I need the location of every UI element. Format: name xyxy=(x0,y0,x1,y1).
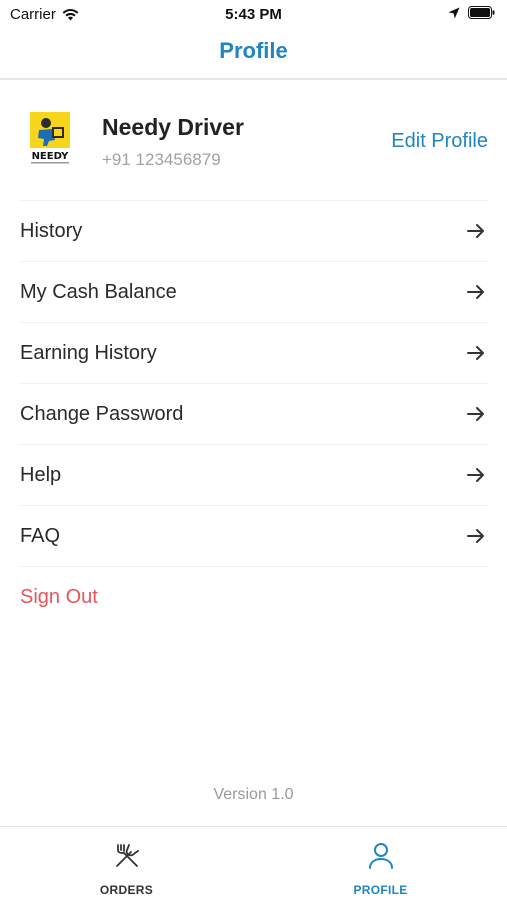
location-arrow-icon xyxy=(448,7,460,18)
logo-text: NEEDY xyxy=(32,151,70,162)
sign-out-label: Sign Out xyxy=(20,585,98,608)
arrow-right-icon xyxy=(467,224,484,238)
arrow-right-icon xyxy=(467,468,484,482)
tab-orders[interactable]: ORDERS xyxy=(0,827,253,900)
battery-icon xyxy=(468,6,495,19)
menu-item-earning-history[interactable]: Earning History xyxy=(20,322,489,383)
fork-knife-icon xyxy=(115,844,139,867)
driver-phone: +91 123456879 xyxy=(102,150,221,169)
arrow-right-icon xyxy=(467,346,484,360)
nav-divider xyxy=(0,78,507,80)
needy-logo: NEEDY xyxy=(30,112,70,164)
menu-item-label: History xyxy=(20,219,83,242)
tab-profile[interactable]: PROFILE xyxy=(254,827,507,900)
edit-profile-button[interactable]: Edit Profile xyxy=(391,130,488,153)
person-icon xyxy=(368,843,393,869)
tab-label-profile: PROFILE xyxy=(353,883,408,897)
tab-bar: ORDERS PROFILE xyxy=(0,826,507,900)
menu-item-change-password[interactable]: Change Password xyxy=(20,383,489,444)
menu-item-help[interactable]: Help xyxy=(20,444,489,505)
profile-menu: History My Cash Balance Earning History … xyxy=(20,200,489,627)
arrow-right-icon xyxy=(467,529,484,543)
arrow-right-icon xyxy=(467,407,484,421)
page-title: Profile xyxy=(219,38,288,63)
tab-label-orders: ORDERS xyxy=(99,883,154,897)
arrow-right-icon xyxy=(467,285,484,299)
app-version: Version 1.0 xyxy=(213,786,294,803)
status-right xyxy=(448,6,495,19)
menu-item-faq[interactable]: FAQ xyxy=(20,505,489,566)
sign-out-button[interactable]: Sign Out xyxy=(20,566,489,627)
profile-header: NEEDY Needy Driver +91 123456879 Edit Pr… xyxy=(22,110,488,180)
menu-item-label: Help xyxy=(20,463,62,486)
driver-name: Needy Driver xyxy=(102,114,244,140)
menu-item-my-cash-balance[interactable]: My Cash Balance xyxy=(20,261,489,322)
menu-item-history[interactable]: History xyxy=(20,200,489,261)
menu-item-label: My Cash Balance xyxy=(20,280,177,303)
menu-item-label: FAQ xyxy=(20,524,61,547)
menu-item-label: Earning History xyxy=(20,341,157,364)
status-time: 5:43 PM xyxy=(225,6,282,23)
menu-item-label: Change Password xyxy=(20,402,184,425)
status-bar: Carrier 5:43 PM xyxy=(0,0,507,30)
